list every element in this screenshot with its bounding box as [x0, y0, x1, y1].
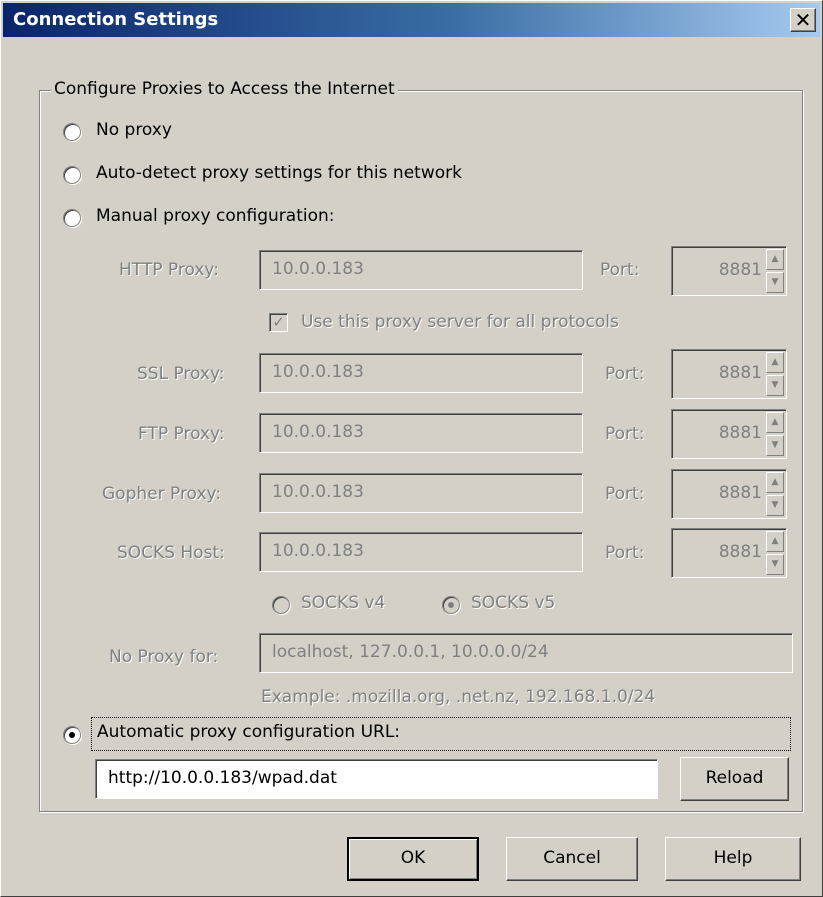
- radio-auto-detect-label[interactable]: Auto-detect proxy settings for this netw…: [96, 163, 462, 183]
- no-proxy-for-input[interactable]: localhost, 127.0.0.1, 10.0.0.0/24: [259, 633, 793, 673]
- radio-manual-label[interactable]: Manual proxy configuration:: [96, 206, 334, 226]
- ssl-proxy-input[interactable]: 10.0.0.183: [259, 353, 583, 393]
- http-port-stepper[interactable]: 8881 ▲ ▼: [671, 246, 787, 296]
- groupbox-legend: Configure Proxies to Access the Internet: [51, 79, 398, 99]
- help-button[interactable]: Help: [665, 837, 801, 881]
- radio-auto-detect[interactable]: [63, 166, 81, 184]
- spin-up-icon[interactable]: ▲: [766, 412, 784, 433]
- auto-proxy-url-input[interactable]: http://10.0.0.183/wpad.dat: [95, 759, 658, 799]
- use-all-protocols-checkbox[interactable]: ✓: [269, 313, 288, 332]
- gopher-proxy-label: Gopher Proxy:: [102, 484, 222, 504]
- reload-button[interactable]: Reload: [680, 757, 789, 801]
- spin-down-icon[interactable]: ▼: [766, 272, 784, 293]
- spin-down-icon[interactable]: ▼: [766, 435, 784, 456]
- close-icon: ✕: [794, 8, 812, 32]
- gopher-port-value: 8881: [718, 483, 762, 503]
- ssl-port-label: Port:: [605, 364, 645, 384]
- ftp-port-value: 8881: [718, 423, 762, 443]
- ftp-port-label: Port:: [605, 424, 645, 444]
- no-proxy-example: Example: .mozilla.org, .net.nz, 192.168.…: [261, 687, 656, 707]
- checkmark-icon: ✓: [272, 313, 285, 331]
- radio-auto-url[interactable]: [63, 726, 81, 744]
- ssl-port-stepper[interactable]: 8881 ▲ ▼: [671, 349, 787, 399]
- spin-down-icon[interactable]: ▼: [766, 554, 784, 575]
- title-bar[interactable]: Connection Settings ✕: [3, 3, 820, 37]
- gopher-proxy-input[interactable]: 10.0.0.183: [259, 473, 583, 513]
- connection-settings-dialog: Connection Settings ✕ Configure Proxies …: [0, 0, 823, 897]
- ssl-port-value: 8881: [718, 363, 762, 383]
- radio-socks-v4[interactable]: [272, 596, 290, 614]
- spin-down-icon[interactable]: ▼: [766, 375, 784, 396]
- ftp-port-stepper[interactable]: 8881 ▲ ▼: [671, 409, 787, 459]
- close-button[interactable]: ✕: [790, 8, 816, 32]
- ftp-proxy-label: FTP Proxy:: [138, 424, 225, 444]
- spin-up-icon[interactable]: ▲: [766, 352, 784, 373]
- radio-auto-url-label[interactable]: Automatic proxy configuration URL:: [97, 722, 400, 742]
- http-proxy-input[interactable]: 10.0.0.183: [259, 250, 583, 290]
- ftp-proxy-input[interactable]: 10.0.0.183: [259, 413, 583, 453]
- radio-socks-v5-label[interactable]: SOCKS v5: [471, 593, 555, 613]
- http-port-value: 8881: [718, 260, 762, 280]
- spin-up-icon[interactable]: ▲: [766, 531, 784, 552]
- ssl-proxy-label: SSL Proxy:: [137, 364, 225, 384]
- http-proxy-label: HTTP Proxy:: [119, 260, 219, 280]
- http-port-label: Port:: [600, 260, 640, 280]
- radio-socks-v5[interactable]: [442, 596, 460, 614]
- socks-port-value: 8881: [718, 542, 762, 562]
- socks-host-input[interactable]: 10.0.0.183: [259, 532, 583, 572]
- spin-down-icon[interactable]: ▼: [766, 495, 784, 516]
- radio-socks-v4-label[interactable]: SOCKS v4: [301, 593, 385, 613]
- gopher-port-label: Port:: [605, 484, 645, 504]
- ok-button[interactable]: OK: [347, 837, 479, 881]
- radio-no-proxy-label[interactable]: No proxy: [96, 120, 172, 140]
- gopher-port-stepper[interactable]: 8881 ▲ ▼: [671, 469, 787, 519]
- use-all-protocols-label[interactable]: Use this proxy server for all protocols: [301, 312, 619, 332]
- spin-up-icon[interactable]: ▲: [766, 249, 784, 270]
- spin-up-icon[interactable]: ▲: [766, 472, 784, 493]
- radio-manual[interactable]: [63, 209, 81, 227]
- socks-port-label: Port:: [605, 543, 645, 563]
- socks-host-label: SOCKS Host:: [117, 543, 225, 563]
- window-title: Connection Settings: [13, 9, 219, 30]
- radio-no-proxy[interactable]: [63, 123, 81, 141]
- cancel-button[interactable]: Cancel: [506, 837, 638, 881]
- no-proxy-for-label: No Proxy for:: [109, 647, 219, 667]
- socks-port-stepper[interactable]: 8881 ▲ ▼: [671, 528, 787, 578]
